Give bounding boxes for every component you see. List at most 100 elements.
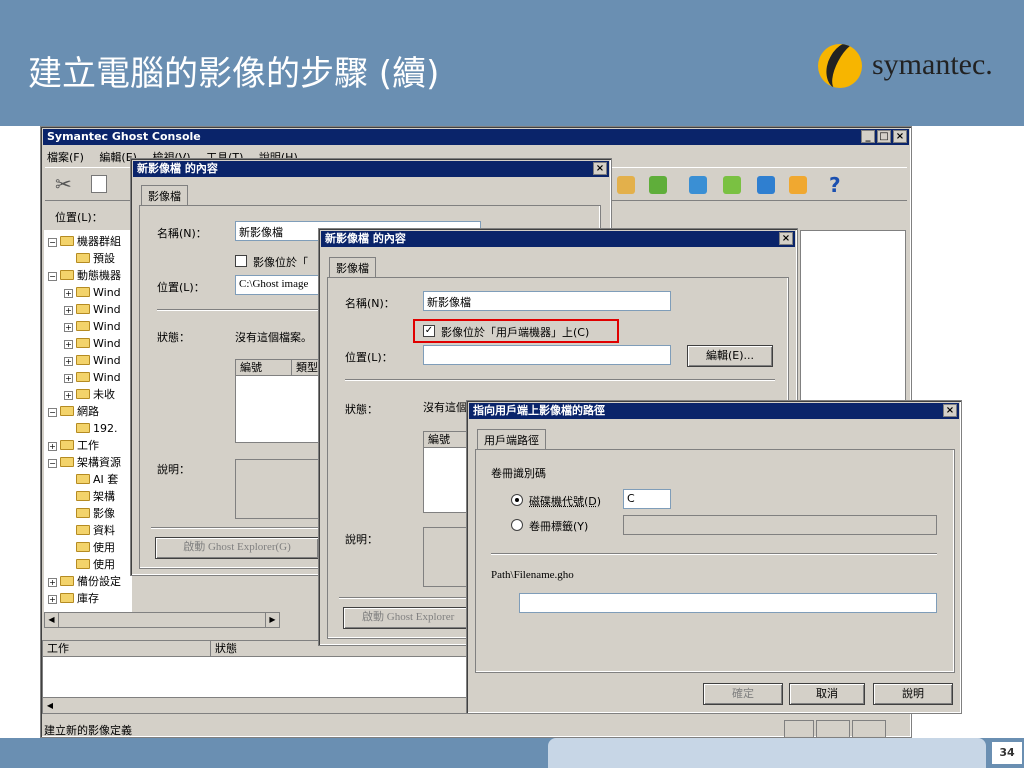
cut-icon[interactable]: ✂ bbox=[55, 174, 72, 194]
dialog2-tab-image[interactable]: 影像檔 bbox=[329, 257, 376, 277]
tree-item[interactable]: + Wind bbox=[64, 285, 121, 300]
dialog3-close-button[interactable]: × bbox=[943, 404, 957, 417]
status-panel-1 bbox=[784, 720, 814, 738]
collapse-icon[interactable]: − bbox=[48, 238, 57, 247]
expand-icon[interactable]: + bbox=[64, 323, 73, 332]
expand-icon[interactable]: + bbox=[64, 289, 73, 298]
radio-volume-label[interactable] bbox=[511, 519, 523, 531]
task-scroll-left[interactable]: ◀ bbox=[43, 698, 57, 713]
execute-icon[interactable] bbox=[789, 176, 807, 194]
dialog2-name-label: 名稱(N)： bbox=[345, 297, 395, 310]
scroll-right-button[interactable]: ▶ bbox=[265, 613, 279, 627]
tree-item[interactable]: + Wind bbox=[64, 302, 121, 317]
tree-item[interactable]: − 機器群組 bbox=[48, 234, 121, 249]
symantec-logo-icon bbox=[818, 44, 862, 88]
collapse-icon[interactable]: − bbox=[48, 459, 57, 468]
expand-icon[interactable]: + bbox=[48, 442, 57, 451]
minimize-button[interactable]: _ bbox=[861, 130, 875, 143]
collapse-icon[interactable]: − bbox=[48, 272, 57, 281]
tree-item[interactable]: 資料 bbox=[64, 523, 115, 538]
tree-item[interactable]: + Wind bbox=[64, 370, 121, 385]
help-icon[interactable]: ? bbox=[829, 173, 841, 197]
expand-icon[interactable]: + bbox=[64, 306, 73, 315]
radio-drive-letter[interactable] bbox=[511, 494, 523, 506]
console-location-label: 位置(L)： bbox=[55, 211, 103, 224]
copy-icon[interactable] bbox=[91, 175, 107, 193]
tree-item[interactable]: 使用 bbox=[64, 540, 115, 555]
drive-letter-input[interactable]: C bbox=[623, 489, 671, 509]
folder-icon bbox=[76, 338, 90, 348]
user-icon[interactable] bbox=[617, 176, 635, 194]
dialog2-edit-button[interactable]: 編輯(E)... bbox=[687, 345, 773, 367]
tree-item-label: 資料 bbox=[93, 524, 115, 537]
dialog2-client-checkbox[interactable]: ✓ bbox=[423, 325, 435, 337]
tree-item-label: Wind bbox=[93, 303, 121, 316]
tree-scrollbar[interactable]: ◀ ▶ bbox=[44, 612, 280, 628]
tree-item[interactable]: + Wind bbox=[64, 336, 121, 351]
folder-icon bbox=[76, 304, 90, 314]
dialog1-explorer-button[interactable]: 啟動 Ghost Explorer(G) bbox=[155, 537, 319, 559]
dialog2-close-button[interactable]: × bbox=[779, 232, 793, 245]
dialog2-title: 新影像檔 的內容 bbox=[325, 232, 406, 245]
tree-item[interactable]: + 未收 bbox=[64, 387, 115, 402]
dialog2-description-input[interactable] bbox=[423, 527, 471, 587]
expand-icon[interactable]: + bbox=[48, 578, 57, 587]
tree-item[interactable]: − 動態機器 bbox=[48, 268, 121, 283]
tree-item-label: 備份設定 bbox=[77, 575, 121, 588]
volume-label-input[interactable] bbox=[623, 515, 937, 535]
task-scrollbar[interactable]: ◀ bbox=[43, 697, 469, 713]
dialog1-column-number[interactable]: 編號 bbox=[236, 360, 292, 376]
tree-item[interactable]: AI 套 bbox=[64, 472, 118, 487]
clone-task-icon[interactable] bbox=[723, 176, 741, 194]
tree-item[interactable]: + 庫存 bbox=[48, 591, 99, 606]
tree-item[interactable]: 影像 bbox=[64, 506, 115, 521]
console-title: Symantec Ghost Console bbox=[47, 130, 201, 143]
ok-button[interactable]: 確定 bbox=[703, 683, 783, 705]
tree-item[interactable]: 預設 bbox=[64, 251, 115, 266]
tree-item[interactable]: 使用 bbox=[64, 557, 115, 572]
tree-item[interactable]: 架構 bbox=[64, 489, 115, 504]
collapse-icon[interactable]: − bbox=[48, 408, 57, 417]
dialog2-file-list[interactable]: 編號 bbox=[423, 431, 471, 513]
deploy-icon[interactable] bbox=[757, 176, 775, 194]
dialog3-volume-label: 卷冊識別碼 bbox=[491, 467, 546, 480]
expand-icon[interactable]: + bbox=[64, 391, 73, 400]
menu-file[interactable]: 檔案(F) bbox=[47, 151, 84, 164]
expand-icon[interactable]: + bbox=[64, 374, 73, 383]
help-button[interactable]: 說明 bbox=[873, 683, 953, 705]
expand-icon[interactable]: + bbox=[64, 340, 73, 349]
dialog2-column-number[interactable]: 編號 bbox=[424, 432, 470, 448]
expand-icon[interactable]: + bbox=[48, 595, 57, 604]
tree-item[interactable]: − 架構資源 bbox=[48, 455, 121, 470]
image-task-icon[interactable] bbox=[689, 176, 707, 194]
dialog2-titlebar: 新影像檔 的內容 × bbox=[321, 231, 795, 247]
close-button[interactable]: × bbox=[893, 130, 907, 143]
folder-icon bbox=[60, 457, 74, 467]
tree-item[interactable]: − 網路 bbox=[48, 404, 99, 419]
scroll-left-button[interactable]: ◀ bbox=[45, 613, 59, 627]
tree-item[interactable]: + 工作 bbox=[48, 438, 99, 453]
expand-icon[interactable]: + bbox=[64, 357, 73, 366]
dialog3-path-label: Path\Filename.gho bbox=[491, 569, 574, 581]
tree-item[interactable]: 192. bbox=[64, 421, 118, 436]
dialog2-location-input[interactable] bbox=[423, 345, 671, 365]
tree-item-label: Wind bbox=[93, 286, 121, 299]
console-tree[interactable]: − 機器群組 預設 − 動態機器 + Wind + Wind + Wind + Wind + Wind + Wi… bbox=[44, 230, 132, 614]
radio-volume-text: 卷冊標籤(Y) bbox=[529, 520, 589, 533]
tree-item[interactable]: + Wind bbox=[64, 319, 121, 334]
dialog2-explorer-button[interactable]: 啟動 Ghost Explorer bbox=[343, 607, 469, 629]
dialog1-client-checkbox[interactable] bbox=[235, 255, 247, 267]
maximize-button[interactable]: □ bbox=[877, 130, 891, 143]
dialog2-name-input[interactable]: 新影像檔 bbox=[423, 291, 671, 311]
path-filename-input[interactable] bbox=[519, 593, 937, 613]
dialog3-divider bbox=[491, 553, 937, 555]
tree-item[interactable]: + 備份設定 bbox=[48, 574, 121, 589]
tree-item-label: 網路 bbox=[77, 405, 99, 418]
refresh-icon[interactable] bbox=[649, 176, 667, 194]
dialog1-tab-image[interactable]: 影像檔 bbox=[141, 185, 188, 205]
task-column-task[interactable]: 工作 bbox=[43, 641, 211, 657]
cancel-button[interactable]: 取消 bbox=[789, 683, 865, 705]
tree-item[interactable]: + Wind bbox=[64, 353, 121, 368]
dialog3-tab-client-path[interactable]: 用戶端路徑 bbox=[477, 429, 546, 449]
dialog1-close-button[interactable]: × bbox=[593, 162, 607, 175]
